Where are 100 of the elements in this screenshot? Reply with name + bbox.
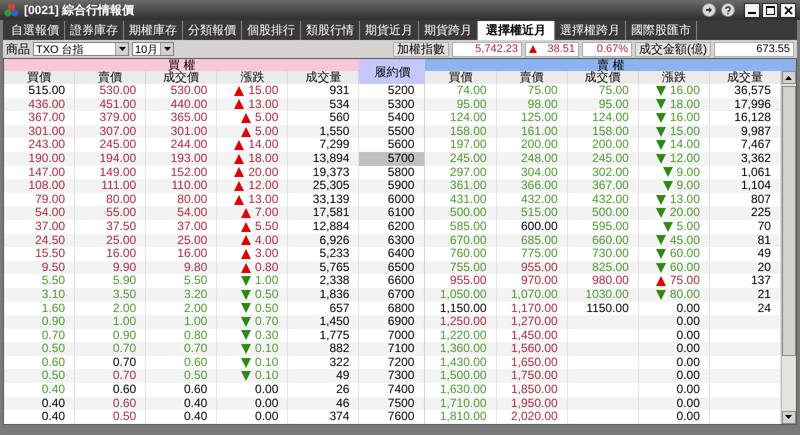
change-value: 0.00 <box>676 342 700 356</box>
table-cell: 825.00 <box>568 260 639 274</box>
index-change: 38.51 <box>547 43 575 55</box>
table-cell: 6,926 <box>288 234 360 248</box>
minimize-button[interactable] <box>744 2 760 18</box>
table-cell: 13,894 <box>288 152 360 166</box>
change-value: 9.00 <box>676 166 700 180</box>
table-cell: 0.40 <box>4 410 76 424</box>
table-cell: 1,810.00 <box>425 410 497 424</box>
change-value: 0.00 <box>255 410 278 424</box>
table-cell: 3.10 <box>4 288 76 302</box>
strike-cell[interactable]: 5300 <box>359 98 426 112</box>
change-value: 0.70 <box>255 315 278 329</box>
question-mark-icon <box>724 6 732 14</box>
table-cell: 1,050.00 <box>425 288 497 302</box>
share-button[interactable] <box>702 3 716 17</box>
window-title: [0021] 綜合行情報價 <box>24 2 136 18</box>
change-value: 13.00 <box>670 192 700 206</box>
table-cell: 0.70 <box>75 369 146 384</box>
change-value: 1.00 <box>255 274 278 288</box>
table-cell: 307.00 <box>75 124 146 138</box>
table-cell: 111.00 <box>75 179 146 193</box>
call-group-header: 買 權 <box>4 59 360 71</box>
table-cell: 534 <box>288 98 360 112</box>
change-value: 18.00 <box>670 98 700 112</box>
put-group-header: 賣 權 <box>425 59 796 71</box>
scroll-down-button[interactable] <box>782 410 796 424</box>
table-cell: 190.00 <box>4 152 76 166</box>
product-label: 商品 <box>6 40 30 58</box>
table-cell: 0.50 <box>4 369 76 384</box>
table-cell: 0.50 <box>4 342 76 356</box>
strike-cell[interactable]: 5500 <box>359 124 426 138</box>
table-cell: 20 <box>710 260 781 274</box>
change-value: 80.00 <box>670 288 700 302</box>
table-cell: 366.00 <box>496 179 568 193</box>
strike-cell[interactable]: 5900 <box>359 179 426 193</box>
scrollbar-thumb[interactable] <box>782 86 796 356</box>
strike-cell[interactable]: 6700 <box>359 288 426 302</box>
index-percent: 0.67% <box>582 42 632 56</box>
table-cell: 374 <box>288 410 360 424</box>
change-value: 15.00 <box>248 84 278 98</box>
maximize-icon <box>766 6 774 14</box>
dropdown-value: TXO 台指 <box>36 42 85 56</box>
month-dropdown[interactable]: 10月 <box>132 42 174 56</box>
strike-cell[interactable]: 6100 <box>359 206 426 220</box>
change-value: 0.50 <box>255 288 278 302</box>
change-value: 15.00 <box>670 124 700 138</box>
tab[interactable]: 選擇權近月 <box>478 21 555 40</box>
table-cell: 5,765 <box>288 260 360 274</box>
table-cell: 21 <box>710 288 781 302</box>
table-cell: 1,070.00 <box>496 288 568 302</box>
strike-cell[interactable]: 7300 <box>359 369 426 384</box>
table-cell: 3.50 <box>75 288 146 302</box>
strike-cell[interactable]: 7600 <box>359 410 426 424</box>
change-value: 0.00 <box>676 396 700 410</box>
table-cell: 0.60 <box>75 396 146 410</box>
column-header: 成交價 <box>146 71 218 84</box>
close-icon <box>784 6 792 14</box>
table-cell: 95.00 <box>425 98 497 112</box>
table-cell: 95.00 <box>568 98 639 112</box>
table-cell: 108.00 <box>4 179 76 193</box>
close-button[interactable] <box>780 2 796 18</box>
scroll-up-button[interactable] <box>782 71 796 84</box>
table-cell: 0.40 <box>4 396 76 410</box>
product-dropdown[interactable]: TXO 台指 <box>33 42 129 56</box>
table-cell: 1030.00 <box>568 288 639 302</box>
change-value: 5.00 <box>676 220 700 234</box>
change-value: 0.10 <box>255 369 278 384</box>
table-cell: 161.00 <box>496 124 568 138</box>
strike-cell[interactable]: 7500 <box>359 396 426 410</box>
table-cell: 2,020.00 <box>496 410 568 424</box>
strike-cell[interactable]: 6500 <box>359 260 426 274</box>
table-cell: 245.00 <box>568 152 639 166</box>
column-header: 漲跌 <box>638 71 710 84</box>
table-cell: 9,987 <box>710 124 781 138</box>
table-cell: 1,550 <box>288 124 360 138</box>
change-value: 16.00 <box>670 111 700 125</box>
change-value: 45.00 <box>670 234 700 248</box>
table-cell: 1,710.00 <box>425 396 497 410</box>
column-header: 賣價 <box>75 71 146 84</box>
table-cell: 1,836 <box>288 288 360 302</box>
scrollbar[interactable] <box>780 71 796 424</box>
column-header: 漲跌 <box>217 71 288 84</box>
change-value: 20.00 <box>670 206 700 220</box>
dropdown-value: 10月 <box>135 42 158 56</box>
table-cell: 755.00 <box>425 260 497 274</box>
table-cell: 0.70 <box>146 342 218 356</box>
change-value: 5.00 <box>255 124 278 138</box>
table-cell: 1,500.00 <box>425 369 497 384</box>
maximize-button[interactable] <box>762 2 778 18</box>
table-cell: 3.20 <box>146 288 218 302</box>
help-button[interactable] <box>721 3 735 17</box>
change-value: 0.00 <box>676 315 700 329</box>
strike-cell[interactable]: 7100 <box>359 342 426 356</box>
strike-cell[interactable]: 5700 <box>359 152 426 166</box>
change-value: 0.30 <box>255 328 278 342</box>
strike-cell[interactable]: 6300 <box>359 234 426 248</box>
turnover-label: 成交金額(億) <box>635 42 711 56</box>
strike-cell[interactable]: 6900 <box>359 315 426 329</box>
index-label: 加權指數 <box>393 42 449 56</box>
